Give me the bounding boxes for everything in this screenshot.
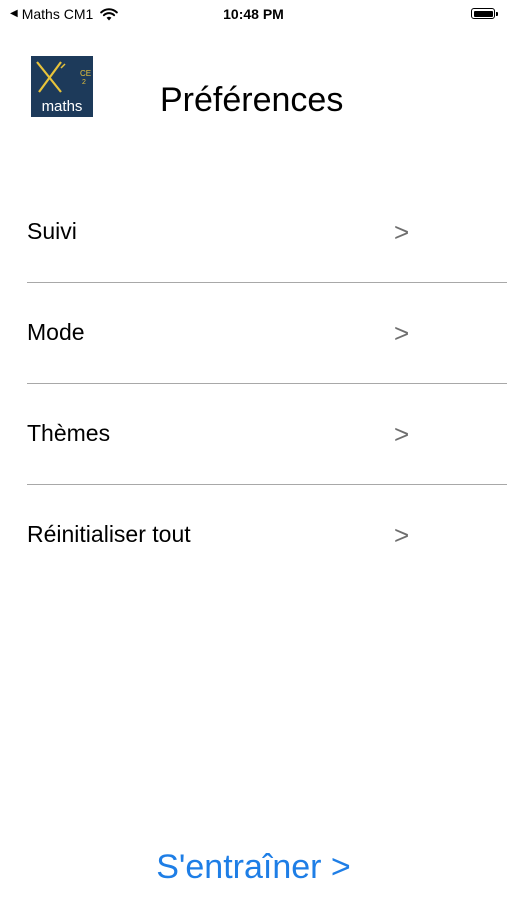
chevron-right-icon: > (394, 520, 410, 550)
menu-item-label: Réinitialiser tout (27, 521, 191, 547)
battery-icon (471, 8, 498, 19)
status-bar: ◀ Maths CM1 10:48 PM (0, 0, 507, 30)
chevron-right-icon: > (394, 419, 410, 449)
train-button[interactable]: S'entraîner > (0, 846, 507, 888)
menu-item-reset-all[interactable]: Réinitialiser tout > (0, 485, 507, 586)
menu-item-themes[interactable]: Thèmes > (0, 384, 507, 485)
page-title: Préférences (160, 81, 344, 119)
menu-item-label: Thèmes (27, 420, 111, 446)
menu-item-mode[interactable]: Mode > (0, 283, 507, 384)
chevron-right-icon: > (394, 318, 410, 348)
menu-item-label: Mode (27, 319, 85, 345)
chevron-right-icon: > (394, 217, 410, 247)
menu-item-label: Suivi (27, 218, 77, 244)
logo-text: maths (41, 98, 83, 115)
preferences-menu: Suivi > Mode > Thèmes > Réinitialiser to… (0, 182, 507, 586)
status-time: 10:48 PM (223, 6, 284, 22)
logo-badge-sub: 2 (82, 79, 86, 86)
logo-badge: CE (80, 69, 91, 78)
app-logo-icon: CE 2 maths (31, 56, 93, 117)
menu-item-suivi[interactable]: Suivi > (0, 182, 507, 283)
